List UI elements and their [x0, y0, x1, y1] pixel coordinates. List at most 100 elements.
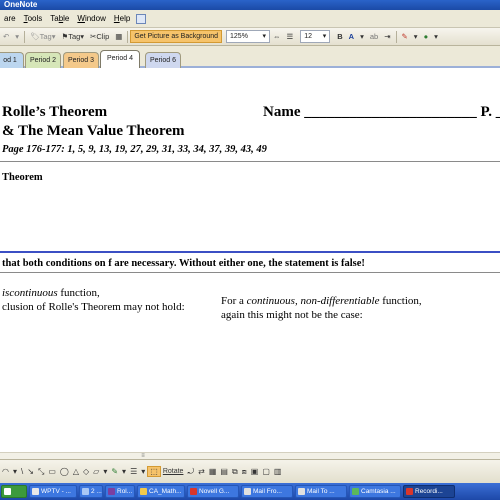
groupwise-icon — [190, 488, 197, 495]
taskbar-item[interactable]: 2 ... — [79, 485, 103, 498]
clip-button[interactable]: ✂ Clip — [87, 32, 112, 41]
dropdown-arrow-icon[interactable]: ▾ — [101, 467, 109, 476]
tab-label: Period 6 — [149, 57, 177, 64]
taskbar-item[interactable]: Camtasia ... — [349, 485, 401, 498]
arrow-tool-icon[interactable]: ↘ — [25, 467, 36, 476]
toolbar-separator — [127, 30, 129, 43]
taskbar-item[interactable]: CA_Math... — [137, 485, 185, 498]
chevron-down-icon: ▾ — [262, 33, 267, 40]
menu-item-help[interactable]: Help — [110, 10, 134, 28]
parallelogram-tool-icon[interactable]: ▱ — [91, 467, 101, 476]
font-size-select[interactable]: 12 ▾ — [300, 30, 331, 43]
pen-icon[interactable]: ✎ — [399, 32, 411, 41]
get-picture-as-background-button[interactable]: Get Picture as Background — [130, 30, 223, 43]
pen-color-icon[interactable]: ✎ — [109, 467, 120, 476]
horizontal-scrollbar[interactable]: ≡ — [0, 452, 500, 459]
tab-period-1[interactable]: od 1 — [0, 52, 24, 68]
font-color-icon[interactable]: A — [346, 32, 357, 41]
strikethrough-icon[interactable]: ab — [367, 32, 381, 41]
bold-button[interactable]: B — [334, 32, 345, 41]
app-icon — [32, 488, 39, 495]
taskbar-item[interactable]: Mail To ... — [295, 485, 347, 498]
group-icon[interactable]: ▣ — [249, 467, 261, 476]
windows-logo-icon — [4, 488, 11, 495]
taskbar-item-active[interactable]: Recordi... — [403, 485, 455, 498]
align-icon[interactable]: ▤ — [218, 467, 230, 476]
window-title: OneNote — [4, 0, 38, 9]
clip-label: Clip — [96, 32, 110, 41]
taskbar-item-label: 2 ... — [91, 488, 102, 495]
page-title-line-1: Rolle’s Theorem — [2, 104, 108, 120]
menu-item-share[interactable]: are — [0, 10, 20, 28]
tab-period-6[interactable]: Period 6 — [145, 52, 181, 68]
undo-icon[interactable]: ↶ — [0, 32, 12, 41]
right-column-text: For a continuous, non-differentiable fun… — [221, 294, 422, 322]
dropdown-arrow-icon[interactable]: ▾ — [357, 32, 367, 41]
dropdown-arrow-icon[interactable]: ▾ — [120, 467, 128, 476]
mail-icon — [298, 488, 305, 495]
dropdown-arrow-icon[interactable]: ▾ — [139, 467, 147, 476]
taskbar-item-label: Camtasia ... — [361, 488, 396, 495]
note-page[interactable]: Rolle’s Theorem & The Mean Value Theorem… — [0, 68, 500, 452]
table-grid-icon[interactable]: ▦ — [112, 32, 125, 41]
distribute-icon[interactable]: ▥ — [272, 467, 284, 476]
color-icon[interactable]: ● — [421, 32, 432, 41]
indent-icon[interactable]: ⇥ — [381, 32, 393, 41]
menu-window-mnemonic: W — [77, 13, 85, 23]
left-line-1-rest: function, — [57, 287, 100, 299]
page-width-icon[interactable]: ⇔ — [270, 32, 284, 41]
ellipse-tool-icon[interactable]: ◯ — [58, 467, 71, 476]
double-arrow-icon[interactable]: ⤡ — [36, 467, 46, 477]
rectangle-tool-icon[interactable]: ▭ — [46, 467, 58, 476]
taskbar-item-label: Mail Fro... — [253, 488, 282, 495]
lasso-icon[interactable]: ◠ — [0, 467, 11, 476]
menu-item-window[interactable]: Window — [73, 10, 109, 28]
rotate-icon[interactable]: ⤾ — [185, 467, 196, 477]
right-line-1-c: function, — [379, 295, 422, 307]
bring-front-icon[interactable]: ⧉ — [230, 467, 240, 477]
drawing-toolbar: ◠ ▾ \ ↘ ⤡ ▭ ◯ △ ◇ ▱ ▾ ✎ ▾ ☰ ▾ ⬚ Rotate ⤾… — [0, 459, 500, 483]
dropdown-arrow-icon[interactable]: ▾ — [431, 32, 441, 41]
discontinuous-word: iscontinuous — [2, 287, 58, 299]
taskbar-item-label: WPTV - ... — [41, 488, 71, 495]
dropdown-arrow-icon[interactable]: ▾ — [11, 467, 19, 476]
line-weight-icon[interactable]: ☰ — [128, 467, 139, 476]
dropdown-arrow-icon[interactable]: ▾ — [411, 32, 421, 41]
tag-button-disabled[interactable]: 🏷 Tag ▾ — [27, 32, 58, 41]
menu-help-rest: elp — [119, 13, 131, 23]
menu-item-table[interactable]: Table — [46, 10, 73, 28]
send-back-icon[interactable]: ⧈ — [240, 467, 249, 477]
taskbar-item[interactable]: Mail Fro... — [241, 485, 293, 498]
outline-icon[interactable]: ☰ — [284, 32, 297, 41]
start-button[interactable] — [1, 485, 27, 498]
name-field-label: Name _______________________ P. _ — [263, 104, 500, 120]
flip-icon[interactable]: ⇄ — [196, 467, 207, 476]
selection-tool-icon[interactable]: ⬚ — [147, 466, 161, 477]
toolbar-separator — [24, 30, 26, 43]
tab-period-2[interactable]: Period 2 — [25, 52, 61, 68]
grid-icon[interactable]: ▦ — [207, 467, 219, 476]
rotate-button[interactable]: Rotate — [161, 468, 186, 475]
dropdown-arrow-icon[interactable]: ▾ — [12, 32, 22, 41]
tab-period-4[interactable]: Period 4 — [100, 50, 140, 68]
menu-item-tools[interactable]: Tools — [20, 10, 47, 28]
title-bar: OneNote — [0, 0, 500, 10]
tag-button[interactable]: ⚑ Tag ▾ — [58, 32, 87, 41]
divider-middle — [0, 272, 500, 273]
menu-table-head: Ta — [50, 13, 59, 23]
diamond-tool-icon[interactable]: ◇ — [81, 467, 91, 476]
tab-label: Period 2 — [29, 57, 57, 64]
left-column-text: iscontinuous function, clusion of Rolle'… — [2, 286, 185, 314]
zoom-select[interactable]: 125% ▾ — [226, 30, 271, 43]
help-pane-icon[interactable] — [136, 13, 147, 24]
taskbar-item[interactable]: Rol... — [105, 485, 135, 498]
taskbar-item-label: CA_Math... — [149, 488, 182, 495]
scrollbar-thumb[interactable]: ≡ — [138, 453, 148, 459]
ungroup-icon[interactable]: ▢ — [260, 467, 272, 476]
taskbar-item-label: Novell G... — [199, 488, 230, 495]
taskbar-item[interactable]: Novell G... — [187, 485, 239, 498]
triangle-tool-icon[interactable]: △ — [71, 467, 81, 476]
tab-period-3[interactable]: Period 3 — [63, 52, 99, 68]
right-line-2: again this might not be the case: — [221, 309, 363, 321]
taskbar-item[interactable]: WPTV - ... — [29, 485, 77, 498]
